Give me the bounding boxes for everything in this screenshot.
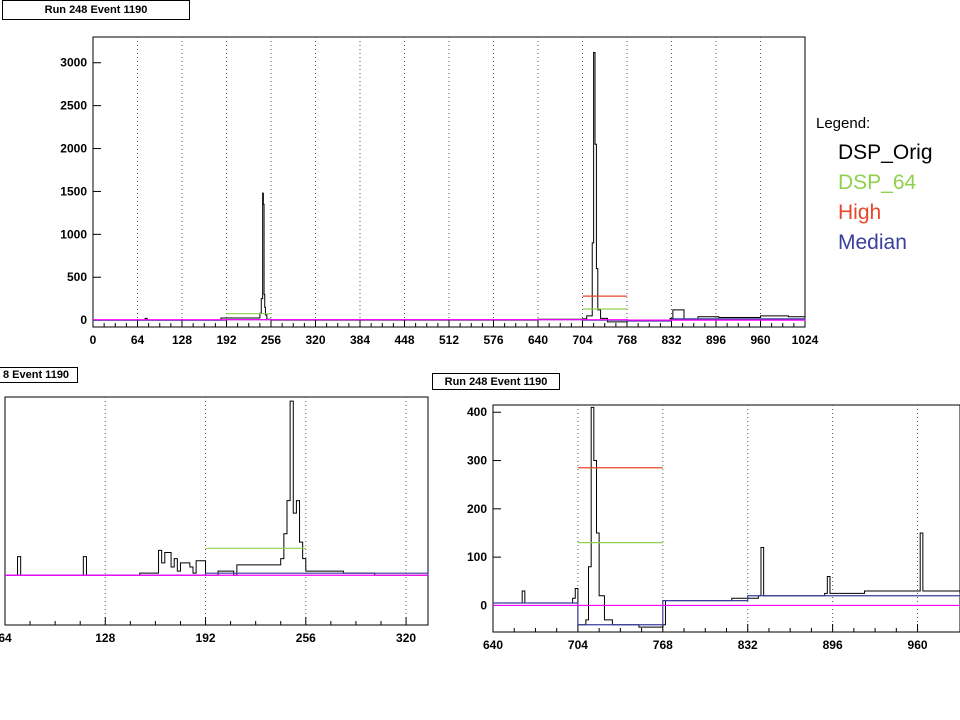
zoom-right-series-orig	[493, 406, 960, 628]
zoom-right-xtick-label: 832	[738, 638, 758, 652]
zoom-left-frame	[4, 396, 429, 626]
full-xtick-label: 320	[305, 333, 325, 347]
zoom-right-frame	[492, 404, 960, 633]
legend-title: Legend:	[816, 115, 871, 132]
full-xtick-label: 256	[261, 333, 281, 347]
full-xtick-label: 896	[706, 333, 726, 347]
zoom-right-ytick-label: 100	[467, 550, 487, 564]
full-ytick-label: 2500	[60, 99, 87, 113]
full-xtick-label: 960	[750, 333, 770, 347]
zoom-right-series-median	[493, 593, 960, 626]
full-xtick-label: 384	[350, 333, 370, 347]
zoom-left-xtick-label: 64	[0, 631, 12, 645]
zoom-right-ytick-label: 300	[467, 454, 487, 468]
full-xtick-label: 1024	[792, 333, 819, 347]
zoom-left-series-orig	[5, 400, 428, 576]
legend-entry-dsp-orig: DSP_Orig	[838, 141, 933, 164]
legend-entry-median: Median	[838, 231, 907, 254]
zoom-right-ytick-label: 200	[467, 502, 487, 516]
zoom-right-ytick-label: 400	[467, 405, 487, 419]
zoom-right-xtick-label: 768	[653, 638, 673, 652]
full-ytick-label: 500	[67, 270, 87, 284]
full-ytick-label: 2000	[60, 142, 87, 156]
zoom-right-xtick-label: 896	[823, 638, 843, 652]
full-xtick-label: 192	[216, 333, 236, 347]
zoom-right-ytick-label: 0	[480, 598, 487, 612]
zoom-left-xtick-label: 192	[196, 631, 216, 645]
chart-canvas: 0 64 128 192 256 320 384 448 512 576 640 704 768 832 8…	[0, 36, 960, 652]
zoom-right-xtick-label: 960	[908, 638, 928, 652]
legend: Legend: DSP_Orig DSP_64 High Median	[810, 115, 933, 258]
zoom-left-xtick-label: 256	[296, 631, 316, 645]
full-xtick-label: 576	[483, 333, 503, 347]
zoom-left-xtick-label: 320	[396, 631, 416, 645]
full-ytick-label: 3000	[60, 56, 87, 70]
full-xtick-label: 64	[131, 333, 145, 347]
zoom-left-xtick-label: 128	[95, 631, 115, 645]
full-xtick-label: 512	[439, 333, 459, 347]
legend-entry-high: High	[838, 201, 882, 224]
full-xtick-label: 768	[617, 333, 637, 347]
full-xtick-label: 128	[172, 333, 192, 347]
full-ytick-label: 1000	[60, 227, 87, 241]
full-ytick-label: 0	[80, 313, 87, 327]
full-xtick-label: 832	[661, 333, 681, 347]
zoom-right-xtick-label: 704	[568, 638, 588, 652]
legend-entry-dsp-64: DSP_64	[838, 171, 917, 194]
full-xtick-label: 640	[528, 333, 548, 347]
full-ytick-label: 1500	[60, 184, 87, 198]
full-xtick-label: 704	[572, 333, 592, 347]
zoom-right-xtick-label: 640	[483, 638, 503, 652]
full-xtick-label: 0	[90, 333, 97, 347]
full-xtick-label: 448	[394, 333, 414, 347]
